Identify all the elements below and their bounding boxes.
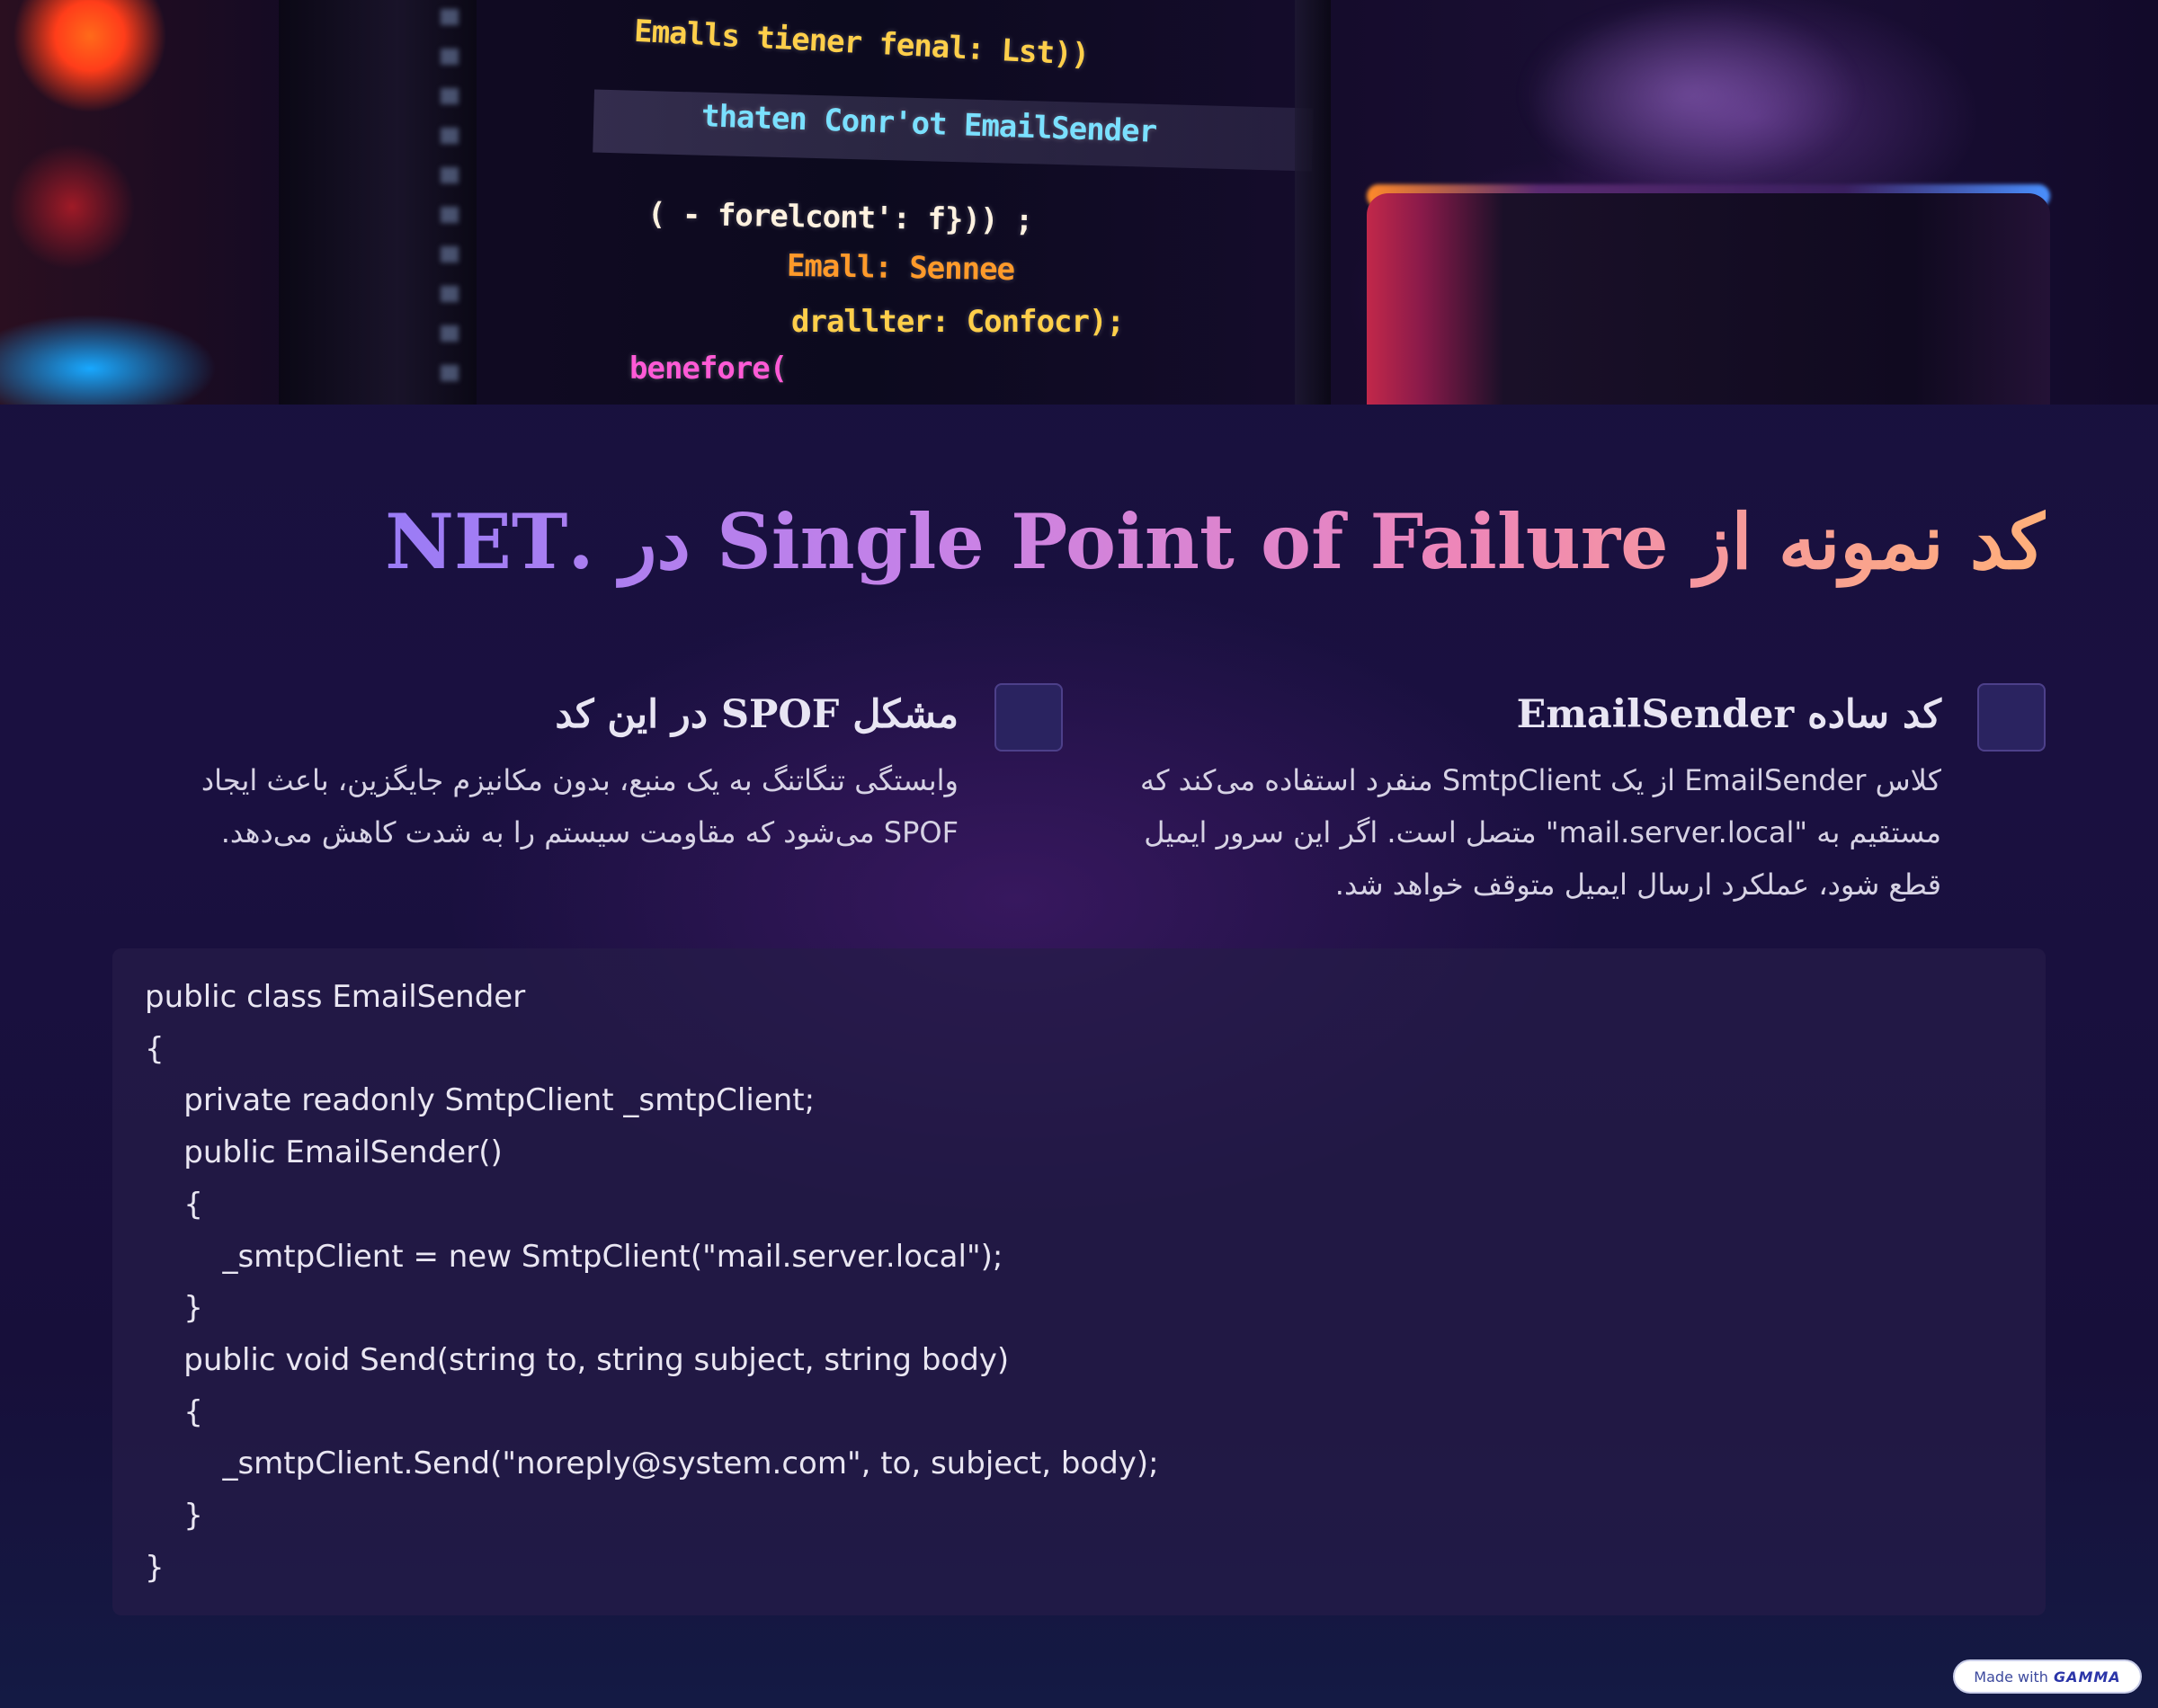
badge-prefix: Made with	[1974, 1668, 2048, 1686]
hero-line-dots	[441, 9, 459, 387]
feature-icon	[994, 683, 1063, 752]
hero-image: Emalls tiener fenal: Lst)) thaten Conr'o…	[0, 0, 2158, 405]
hero-monitor-edge	[1295, 0, 1331, 405]
code-line: }	[145, 1498, 203, 1535]
hero-steam	[1520, 0, 1861, 189]
hero-code-line: benefore(	[629, 351, 788, 387]
code-line: }	[145, 1549, 165, 1586]
gamma-logo: GAMMA	[2053, 1668, 2121, 1686]
feature-text: کلاس EmailSender از یک SmtpClient منفرد …	[1140, 763, 1941, 902]
feature-heading: مشکل SPOF در این کد	[555, 692, 959, 737]
page-title: کد نمونه از Single Point of Failure در .…	[385, 493, 2046, 592]
hero-code-line: Emalls tiener fenal: Lst))	[633, 13, 1090, 74]
code-line: }	[145, 1290, 203, 1327]
code-line: public EmailSender()	[145, 1134, 503, 1171]
feature-icon	[1977, 683, 2046, 752]
hero-code-line: drallter: Confocr);	[791, 304, 1125, 340]
code-line: {	[145, 1393, 203, 1430]
code-line: {	[145, 1030, 165, 1067]
hero-code-line: ( - forelcont': f})) ;	[647, 196, 1033, 239]
made-with-gamma-badge[interactable]: Made with GAMMA	[1953, 1659, 2142, 1694]
hero-mug	[1367, 193, 2050, 405]
code-block: public class EmailSender { private reado…	[112, 948, 2046, 1615]
code-line: public class EmailSender	[145, 979, 526, 1015]
code-line: private readonly SmtpClient _smtpClient;	[145, 1082, 816, 1119]
feature-simple-code: کد ساده EmailSender کلاس EmailSender از …	[1124, 683, 2046, 926]
feature-heading: کد ساده EmailSender	[1516, 692, 1941, 737]
code-line: _smtpClient = new SmtpClient("mail.serve…	[145, 1238, 1003, 1275]
hero-code-line: Emall: Sennee	[786, 247, 1015, 289]
feature-text: وابستگی تنگاتنگ به یک منبع، بدون مکانیزم…	[201, 763, 959, 850]
feature-spof-problem: مشکل SPOF در این کد وابستگی تنگاتنگ به ی…	[135, 683, 1063, 863]
code-line: public void Send(string to, string subje…	[145, 1341, 1010, 1378]
code-line: _smtpClient.Send("noreply@system.com", t…	[145, 1446, 1159, 1482]
code-line: {	[145, 1186, 203, 1223]
